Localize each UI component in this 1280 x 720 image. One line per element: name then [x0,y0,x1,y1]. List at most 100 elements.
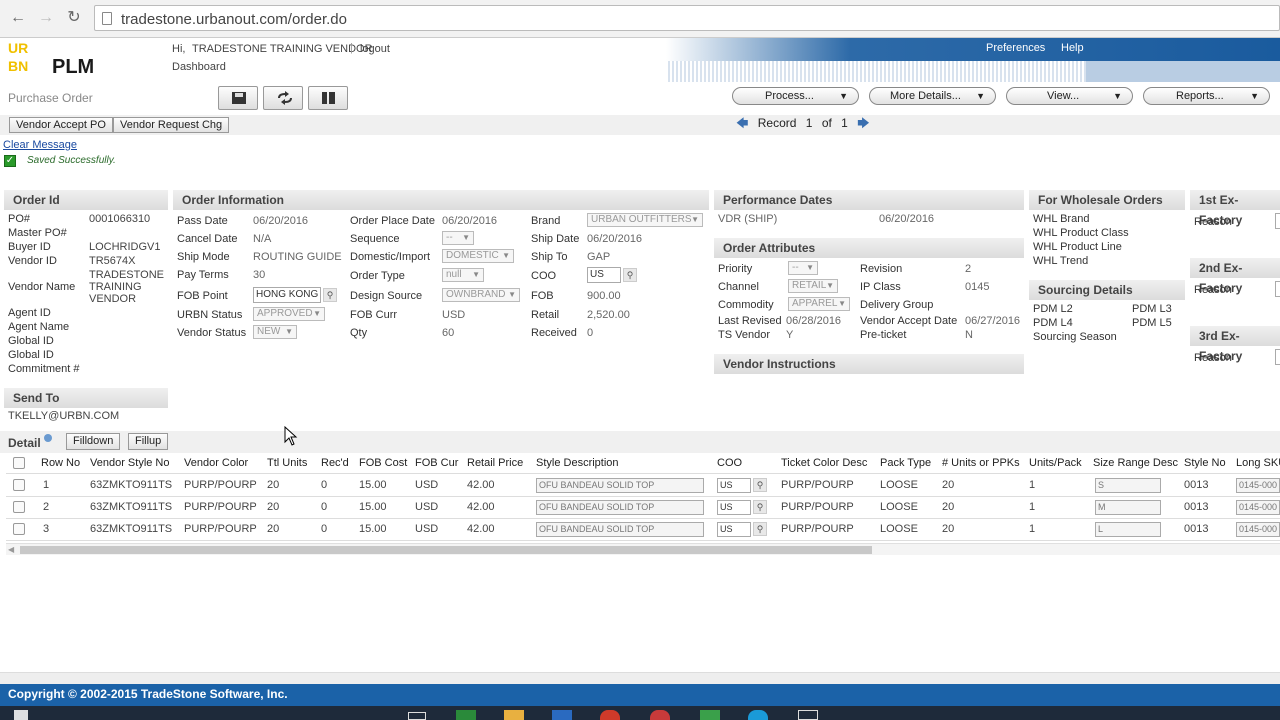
priority-select[interactable]: -- ▼ [788,261,818,275]
outlook-icon[interactable] [552,710,572,720]
more-details-menu[interactable]: More Details... ▼ [869,87,996,105]
coo-input[interactable]: US [717,500,751,515]
column-header[interactable]: Long SKU [1236,453,1280,473]
coo-input[interactable]: US [717,478,751,493]
column-header[interactable]: Ttl Units [267,453,307,473]
long-sku-input[interactable]: 0145-000 [1236,478,1280,493]
record-total: 1 [841,116,848,130]
horizontal-scrollbar[interactable]: ◀ [6,543,1280,555]
row-checkbox[interactable] [13,479,25,491]
order-type-select[interactable]: null ▼ [442,268,484,282]
urbn-status-value: APPROVED [257,308,313,319]
scroll-left-icon[interactable]: ◀ [8,545,14,554]
column-header[interactable]: Row No [41,453,80,473]
logout-link[interactable]: logout [360,43,390,55]
task-view-icon[interactable] [408,712,426,720]
grid-cell: 63ZMKTO911TS [90,523,173,535]
skype-icon[interactable] [748,710,768,720]
column-header[interactable]: Units/Pack [1029,453,1082,473]
commodity-select[interactable]: APPAREL ▼ [788,297,850,311]
column-header[interactable]: Vendor Color [184,453,248,473]
column-header[interactable]: Ticket Color Desc [781,453,867,473]
search-icon[interactable]: ⚲ [323,288,337,302]
vendor-request-chg-button[interactable]: Vendor Request Chg [113,117,230,133]
column-header[interactable]: Pack Type [880,453,931,473]
long-sku-input[interactable]: 0145-000 [1236,522,1280,537]
style-description-input[interactable]: OFU BANDEAU SOLID TOP [536,522,704,537]
row-checkbox[interactable] [13,501,25,513]
coo-input[interactable]: US [717,522,751,537]
window-icon[interactable] [798,710,818,720]
excel-icon[interactable] [456,710,476,720]
scrollbar-thumb[interactable] [20,546,872,554]
select-all-checkbox[interactable] [13,457,25,469]
reports-menu[interactable]: Reports... ▼ [1143,87,1270,105]
filldown-button[interactable]: Filldown [66,433,121,450]
fillup-button[interactable]: Fillup [128,433,169,450]
vendor-accept-po-button[interactable]: Vendor Accept PO [9,117,113,133]
style-description-input[interactable]: OFU BANDEAU SOLID TOP [536,500,704,515]
domestic-import-select[interactable]: DOMESTIC ▼ [442,249,514,263]
grid-cell: 63ZMKTO911TS [90,479,173,491]
search-icon[interactable]: ⚲ [753,522,767,536]
sequence-select[interactable]: -- ▼ [442,231,474,245]
mouse-cursor-icon [284,426,298,446]
brand-select[interactable]: URBAN OUTFITTERS ▼ [587,213,703,227]
search-icon[interactable]: ⚲ [623,268,637,282]
ex-factory-1-input[interactable] [1275,213,1280,229]
grid-cell: 15.00 [359,479,387,491]
app-icon[interactable] [700,710,720,720]
view-menu[interactable]: View... ▼ [1006,87,1133,105]
column-header[interactable]: Style No [1184,453,1226,473]
clear-message-link[interactable]: Clear Message [3,139,77,151]
search-icon[interactable]: ⚲ [753,500,767,514]
ex-factory-3-input[interactable] [1275,349,1280,365]
size-range-input[interactable]: S [1095,478,1161,493]
design-source-select[interactable]: OWNBRAND ▼ [442,288,520,302]
column-header[interactable]: Retail Price [467,453,523,473]
back-arrow-icon[interactable]: ← [8,8,28,28]
commodity-label: Commodity [718,299,774,311]
fob-point-input[interactable]: HONG KONG [253,287,321,303]
urbn-status-select[interactable]: APPROVED ▼ [253,307,325,321]
bookmark-button[interactable] [308,86,348,110]
vendor-status-select[interactable]: NEW ▼ [253,325,297,339]
column-header[interactable]: Rec'd [321,453,349,473]
page-horizontal-scrollbar[interactable] [0,672,1280,684]
windows-start-icon[interactable] [14,710,28,720]
style-description-input[interactable]: OFU BANDEAU SOLID TOP [536,478,704,493]
save-button[interactable] [218,86,258,110]
preferences-link[interactable]: Preferences [986,42,1045,54]
size-range-input[interactable]: M [1095,500,1161,515]
help-link[interactable]: Help [1061,42,1084,54]
column-header[interactable]: COO [717,453,742,473]
search-icon[interactable]: ⚲ [753,478,767,492]
column-header[interactable]: Style Description [536,453,619,473]
chrome-icon[interactable] [600,710,620,720]
column-header[interactable]: Vendor Style No [90,453,170,473]
previous-record-icon[interactable]: 🡄 [736,116,748,130]
size-range-input[interactable]: L [1095,522,1161,537]
channel-value: RETAIL [792,280,827,291]
channel-select[interactable]: RETAIL ▼ [788,279,838,293]
dashboard-link[interactable]: Dashboard [172,61,226,73]
address-bar[interactable]: tradestone.urbanout.com/order.do [94,5,1280,31]
column-header[interactable]: # Units or PPKs [942,453,1020,473]
grid-cell: 1 [1029,501,1036,513]
column-header[interactable]: Size Range Desc [1093,453,1178,473]
folder-icon[interactable] [504,710,524,720]
row-checkbox[interactable] [13,523,25,535]
reload-icon[interactable]: ↻ [64,8,84,28]
pdm-l2-label: PDM L2 [1033,303,1073,315]
process-menu[interactable]: Process... ▼ [732,87,859,105]
browser-icon[interactable] [650,710,670,720]
long-sku-input[interactable]: 0145-000 [1236,500,1280,515]
next-record-icon[interactable]: 🡆 [857,116,869,130]
refresh-button[interactable] [263,86,303,110]
forward-arrow-icon[interactable]: → [36,8,56,28]
coo-input[interactable]: US [587,267,621,283]
column-header[interactable]: FOB Cur [415,453,458,473]
column-header[interactable]: FOB Cost [359,453,407,473]
pay-terms-value: 30 [253,269,266,281]
ex-factory-2-input[interactable] [1275,281,1280,297]
